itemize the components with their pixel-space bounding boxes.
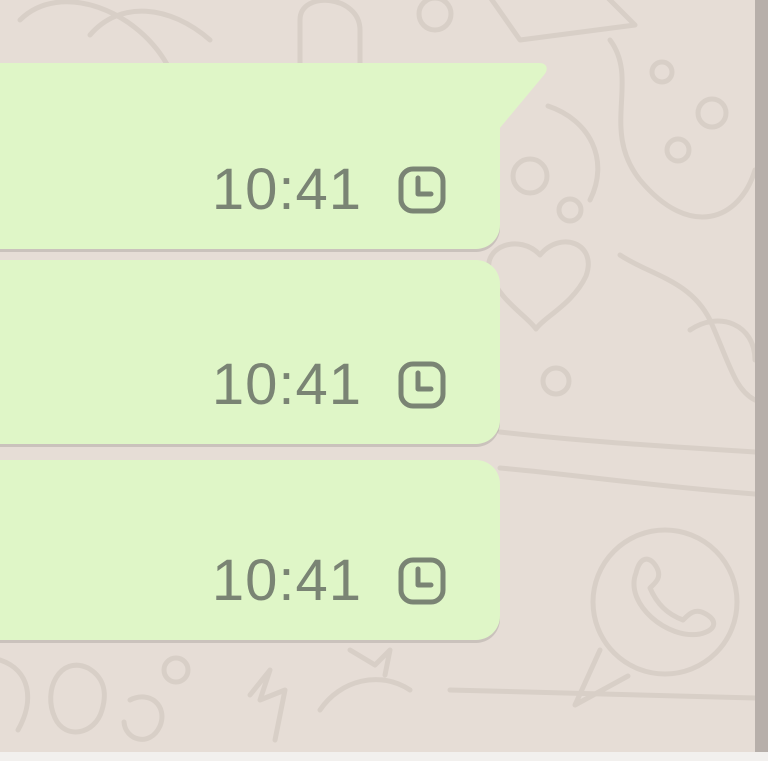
outgoing-message-bubble[interactable]: 10:41 [0,63,500,249]
message-timestamp: 10:41 [211,352,362,417]
message-timestamp: 10:41 [211,157,362,222]
message-bubble-tail [499,63,547,129]
outgoing-message-bubble[interactable]: 10:41 [0,460,500,640]
clock-pending-icon [398,166,446,214]
clock-pending-icon [398,557,446,605]
scrollbar-edge[interactable] [755,0,768,752]
message-meta: 10:41 [212,161,448,219]
message-timestamp: 10:41 [211,548,362,613]
message-meta: 10:41 [212,552,448,610]
clock-pending-icon [398,361,446,409]
message-meta: 10:41 [212,356,448,414]
outgoing-message-bubble[interactable]: 10:41 [0,260,500,444]
chat-area: 10:41 10:41 10:41 [0,0,755,752]
bottom-input-edge [0,752,768,761]
